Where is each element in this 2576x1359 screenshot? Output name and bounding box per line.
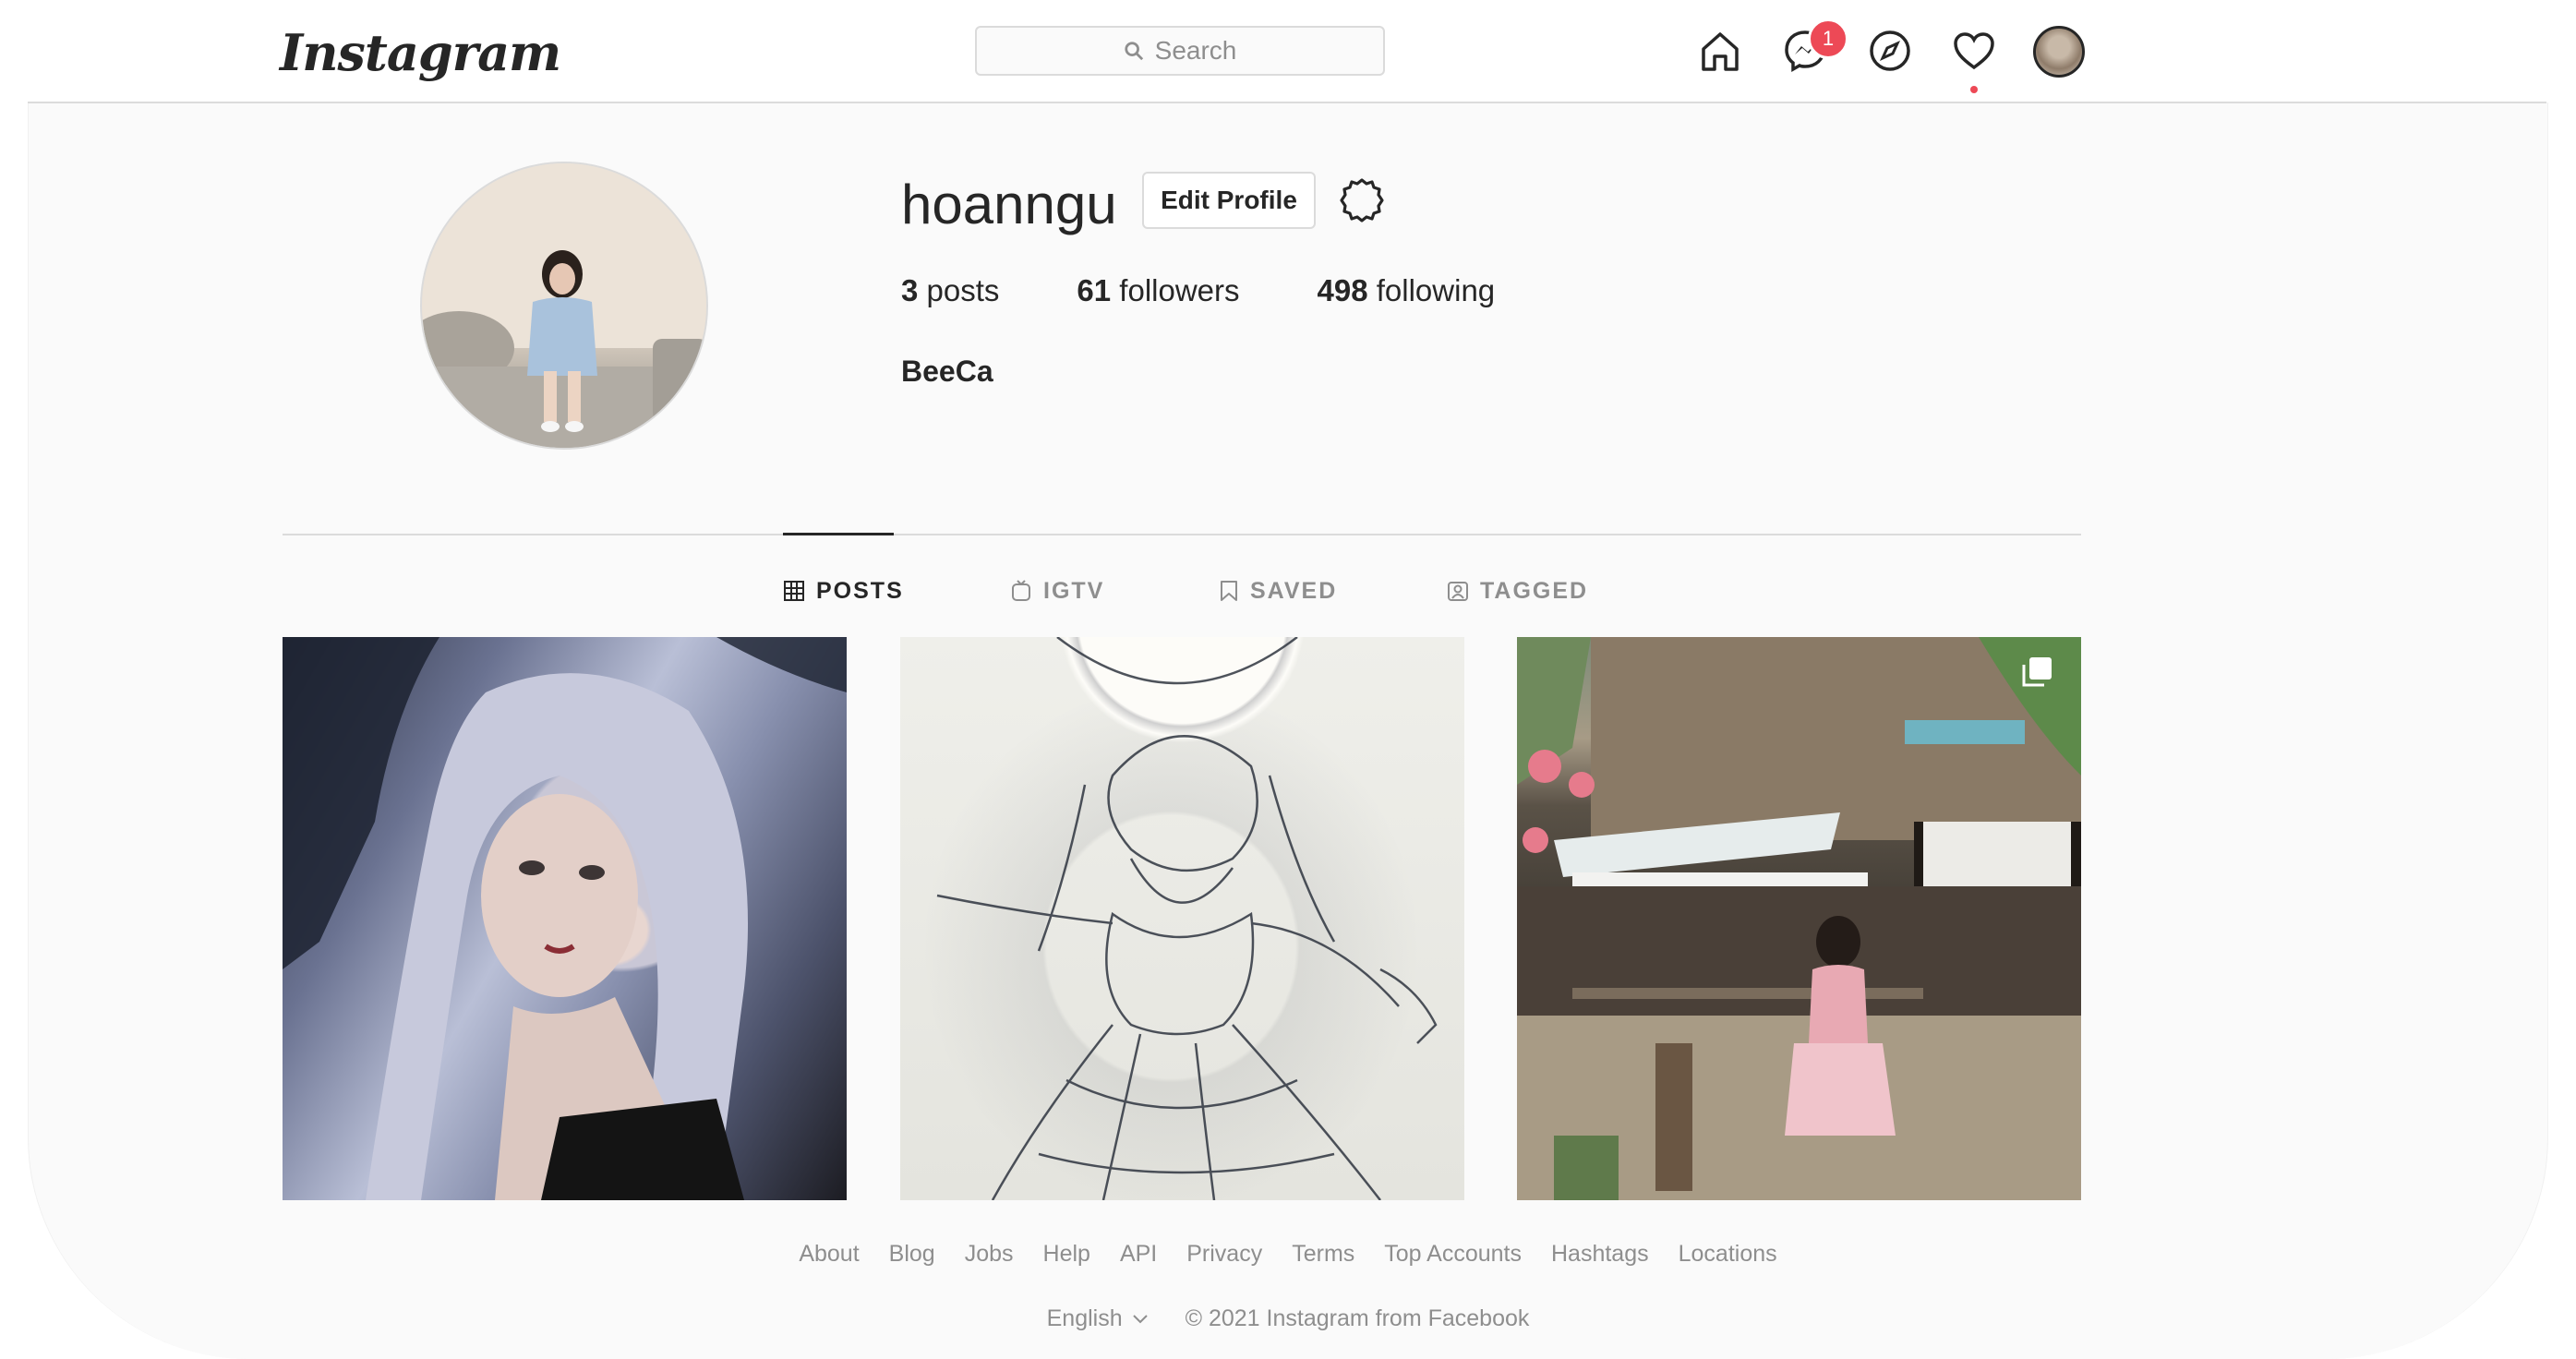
language-selector[interactable]: English [1047, 1305, 1149, 1332]
tab-tagged-label: TAGGED [1480, 577, 1589, 604]
posts-stat: 3 posts [901, 273, 999, 308]
footer-link-about[interactable]: About [799, 1241, 859, 1268]
footer-link-hashtags[interactable]: Hashtags [1551, 1241, 1649, 1268]
search-icon [1125, 42, 1143, 61]
tab-saved[interactable]: SAVED [1219, 572, 1337, 609]
search-input[interactable]: Search [975, 26, 1385, 76]
active-tab-indicator [783, 533, 894, 535]
tab-saved-label: SAVED [1250, 577, 1338, 604]
footer-link-privacy[interactable]: Privacy [1186, 1241, 1262, 1268]
header-divider [28, 102, 2546, 103]
profile-username: hoanngu [901, 174, 1117, 235]
profile-picture[interactable] [420, 162, 708, 450]
activity-indicator-dot [1970, 86, 1978, 93]
tab-posts[interactable]: POSTS [783, 572, 904, 609]
top-navigation: Instagram Search 1 [0, 0, 2576, 102]
footer-link-terms[interactable]: Terms [1292, 1241, 1354, 1268]
home-icon[interactable] [1695, 26, 1745, 76]
tab-igtv-label: IGTV [1043, 577, 1105, 604]
copyright-text: © 2021 Instagram from Facebook [1185, 1305, 1530, 1331]
post-photo[interactable] [1517, 637, 2081, 1200]
search-placeholder: Search [1154, 36, 1237, 65]
posts-label: posts [926, 273, 1000, 307]
igtv-icon [1012, 580, 1030, 601]
profile-full-name: BeeCa [901, 355, 993, 388]
footer-link-locations[interactable]: Locations [1679, 1241, 1777, 1268]
bookmark-icon [1221, 581, 1237, 601]
activity-heart-icon[interactable] [1949, 26, 1999, 76]
footer-link-blog[interactable]: Blog [889, 1241, 935, 1268]
tag-icon [1448, 582, 1468, 601]
footer-link-jobs[interactable]: Jobs [965, 1241, 1014, 1268]
messages-badge: 1 [1808, 18, 1848, 59]
followers-count: 61 [1077, 273, 1112, 307]
grid-icon [784, 581, 804, 601]
followers-label: followers [1119, 273, 1240, 307]
footer-link-help[interactable]: Help [1043, 1241, 1090, 1268]
footer-links: About Blog Jobs Help API Privacy Terms T… [0, 1241, 2576, 1268]
posts-count: 3 [901, 273, 919, 307]
tab-igtv[interactable]: IGTV [1010, 572, 1104, 609]
following-stat[interactable]: 498 following [1318, 273, 1496, 308]
language-label: English [1046, 1305, 1123, 1331]
profile-stats: 3 posts 61 followers 498 following [901, 273, 1572, 308]
followers-stat[interactable]: 61 followers [1077, 273, 1239, 308]
following-label: following [1376, 273, 1496, 307]
chevron-down-icon [1132, 1314, 1148, 1323]
instagram-logo[interactable]: Instagram [280, 20, 561, 85]
footer-bottom: English © 2021 Instagram from Facebook [0, 1305, 2576, 1332]
tab-tagged[interactable]: TAGGED [1447, 572, 1588, 609]
footer-link-api[interactable]: API [1120, 1241, 1157, 1268]
explore-icon[interactable] [1865, 26, 1915, 76]
profile-tabs: POSTS IGTV SAVED TAGGED [0, 572, 2576, 609]
settings-gear-icon[interactable] [1336, 174, 1388, 226]
multiple-photos-icon [2022, 657, 2052, 687]
tabs-divider [283, 534, 2081, 535]
post-painting[interactable] [283, 637, 847, 1200]
edit-profile-button[interactable]: Edit Profile [1142, 172, 1316, 229]
footer-link-top-accounts[interactable]: Top Accounts [1384, 1241, 1522, 1268]
post-sketch[interactable] [900, 637, 1464, 1200]
profile-avatar-icon[interactable] [2033, 26, 2085, 78]
following-count: 498 [1317, 273, 1368, 307]
tab-posts-label: POSTS [816, 577, 904, 604]
